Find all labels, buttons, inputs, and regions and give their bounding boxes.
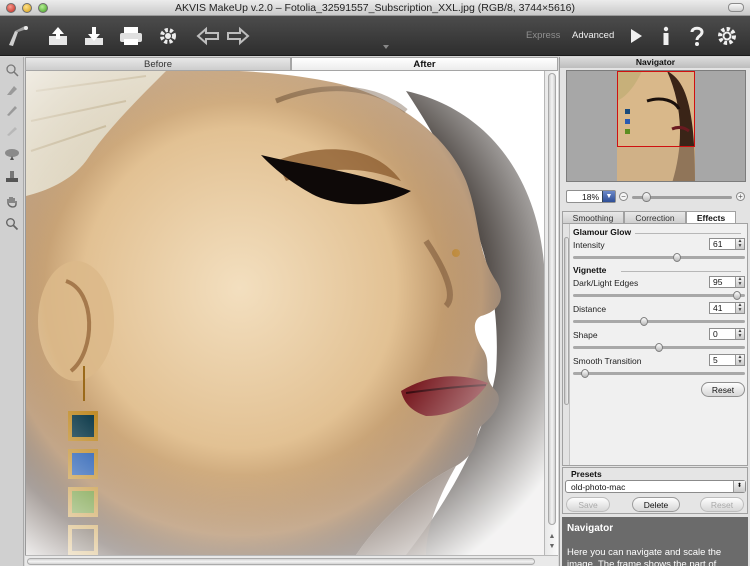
reset-preset-button[interactable]: Reset: [700, 497, 744, 512]
print-icon[interactable]: [117, 22, 145, 50]
undo-arrow-icon[interactable]: [194, 22, 222, 50]
dark-light-edges-value: 95: [713, 277, 723, 287]
settings-scroll-thumb[interactable]: [564, 237, 569, 405]
zoom-level-select[interactable]: 18% ▼: [566, 190, 616, 203]
lip-tool-icon[interactable]: [3, 145, 21, 163]
right-panel: Navigator 18% ▼ − + Smoothing Correction: [559, 57, 750, 566]
portrait-image: [26, 71, 546, 555]
canvas-horizontal-scrollbar[interactable]: [25, 555, 558, 566]
stepper-arrows-icon[interactable]: ▲ ▼: [735, 277, 744, 287]
presets-select[interactable]: old-photo-mac ⬍: [565, 480, 746, 493]
toolbar-toggle-button[interactable]: [728, 3, 744, 12]
chevron-down-icon[interactable]: ▼: [602, 191, 615, 202]
navigator-title: Navigator: [560, 57, 750, 68]
shape-label: Shape: [573, 330, 598, 340]
glamour-divider: [635, 233, 741, 234]
reset-settings-button[interactable]: Reset: [701, 382, 745, 397]
redo-arrow-icon[interactable]: [224, 22, 252, 50]
eye-tool-icon[interactable]: [3, 121, 21, 139]
vignette-heading: Vignette: [573, 265, 607, 275]
preferences-gear-icon[interactable]: [154, 22, 182, 50]
canvas-vertical-scrollbar[interactable]: ▲ ▼: [544, 71, 558, 555]
dark-light-edges-slider[interactable]: [573, 291, 745, 300]
dark-light-edges-label: Dark/Light Edges: [573, 278, 639, 288]
help-title: Navigator: [567, 523, 614, 534]
canvas-horizontal-scroll-thumb[interactable]: [27, 558, 535, 565]
intensity-label: Intensity: [573, 240, 605, 250]
distance-slider[interactable]: [573, 317, 745, 326]
vignette-divider: [621, 271, 741, 272]
zoom-controls: 18% ▼ − +: [566, 190, 746, 204]
info-icon[interactable]: [652, 22, 680, 50]
help-icon[interactable]: [683, 22, 711, 50]
advanced-mode-button[interactable]: Advanced: [572, 30, 614, 41]
window-title: AKVIS MakeUp v.2.0 – Fotolia_32591557_Su…: [175, 2, 575, 14]
smooth-transition-slider[interactable]: [573, 369, 745, 378]
save-preset-button[interactable]: Save: [566, 497, 610, 512]
toolbar-grip: [383, 45, 389, 49]
zoom-out-button[interactable]: −: [619, 192, 628, 201]
open-icon[interactable]: [44, 22, 72, 50]
shape-input[interactable]: 0 ▲ ▼: [709, 328, 745, 340]
tab-after[interactable]: After: [291, 57, 558, 71]
navigator-preview[interactable]: [566, 70, 746, 182]
shape-slider-knob[interactable]: [655, 343, 663, 352]
navigator-thumbnail: [567, 71, 745, 181]
smooth-transition-value: 5: [713, 355, 718, 365]
shape-value: 0: [713, 329, 718, 339]
intensity-slider-knob[interactable]: [673, 253, 681, 262]
eraser-icon[interactable]: [3, 81, 21, 99]
presets-panel: Presets old-photo-mac ⬍ Save Delete Rese…: [562, 467, 748, 514]
stepper-arrows-icon[interactable]: ▲ ▼: [735, 303, 744, 313]
stamp-icon[interactable]: [3, 167, 21, 185]
intensity-input[interactable]: 61 ▲ ▼: [709, 238, 745, 250]
main-toolbar: Express Advanced: [0, 16, 750, 56]
help-panel: Navigator Here you can navigate and scal…: [562, 517, 748, 566]
express-mode-button[interactable]: Express: [526, 30, 560, 41]
history-brush-icon[interactable]: [3, 101, 21, 119]
image-canvas[interactable]: [25, 71, 558, 555]
run-icon[interactable]: [622, 22, 650, 50]
distance-value: 41: [713, 303, 723, 313]
scroll-up-arrow-icon[interactable]: ▲: [548, 533, 556, 541]
zoom-slider-knob[interactable]: [642, 192, 651, 202]
smooth-transition-input[interactable]: 5 ▲ ▼: [709, 354, 745, 366]
title-bar: AKVIS MakeUp v.2.0 – Fotolia_32591557_Su…: [0, 0, 750, 16]
distance-slider-knob[interactable]: [640, 317, 648, 326]
zoom-slider[interactable]: [632, 192, 732, 202]
distance-input[interactable]: 41 ▲ ▼: [709, 302, 745, 314]
stepper-arrows-icon[interactable]: ▲ ▼: [735, 239, 744, 249]
chevron-updown-icon[interactable]: ⬍: [733, 481, 745, 492]
save-icon[interactable]: [80, 22, 108, 50]
presets-selected-value: old-photo-mac: [571, 482, 626, 492]
intensity-slider[interactable]: [573, 253, 745, 262]
shape-slider[interactable]: [573, 343, 745, 352]
before-after-tabs: Before After: [25, 57, 558, 71]
intensity-value: 61: [713, 239, 723, 249]
smooth-transition-slider-knob[interactable]: [581, 369, 589, 378]
hand-icon[interactable]: [3, 193, 21, 211]
dark-light-edges-input[interactable]: 95 ▲ ▼: [709, 276, 745, 288]
presets-heading: Presets: [571, 469, 602, 479]
glamour-glow-heading: Glamour Glow: [573, 227, 632, 237]
settings-scrollbar[interactable]: [563, 224, 570, 465]
zoom-level-value: 18%: [581, 192, 599, 202]
help-text: Here you can navigate and scale the imag…: [567, 547, 722, 566]
canvas-vertical-scroll-thumb[interactable]: [548, 73, 556, 525]
stepper-arrows-icon[interactable]: ▲ ▼: [735, 355, 744, 365]
settings-icon[interactable]: [713, 22, 741, 50]
smooth-transition-label: Smooth Transition: [573, 356, 642, 366]
distance-label: Distance: [573, 304, 607, 314]
tab-before[interactable]: Before: [25, 57, 291, 71]
zoom-icon[interactable]: [3, 215, 21, 233]
app-logo-icon: [4, 22, 32, 50]
tools-panel: [0, 57, 24, 566]
stepper-arrows-icon[interactable]: ▲ ▼: [735, 329, 744, 339]
zoom-in-button[interactable]: +: [736, 192, 745, 201]
scroll-down-arrow-icon[interactable]: ▼: [548, 543, 556, 551]
effects-settings: Glamour Glow Intensity 61 ▲ ▼ Vignette Da…: [562, 223, 748, 466]
dark-light-edges-slider-knob[interactable]: [733, 291, 741, 300]
delete-preset-button[interactable]: Delete: [632, 497, 680, 512]
brush-effect-icon[interactable]: [3, 61, 21, 79]
